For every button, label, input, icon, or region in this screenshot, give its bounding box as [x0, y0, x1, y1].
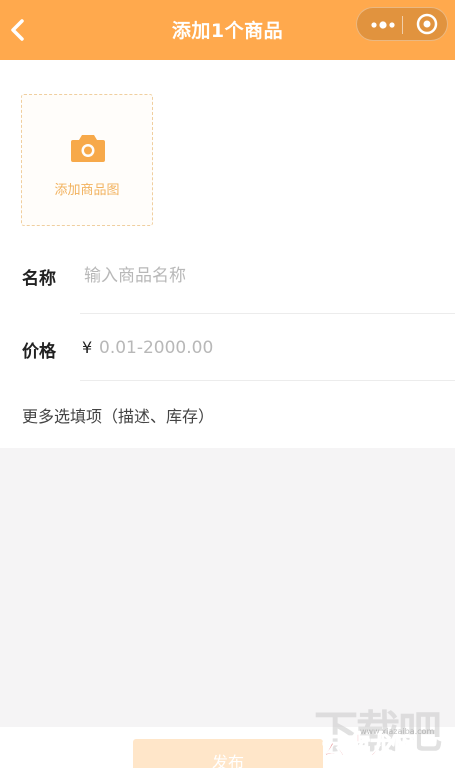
product-form: 添加商品图 名称 价格 ¥ 更多选填项（描述、库存）	[0, 60, 455, 448]
capsule-divider	[402, 16, 403, 34]
target-circle-icon	[416, 13, 438, 35]
product-name-input[interactable]	[84, 263, 434, 289]
miniprogram-capsule	[356, 7, 448, 41]
more-button[interactable]	[365, 8, 401, 42]
more-options-link[interactable]: 更多选填项（描述、库存）	[22, 403, 214, 427]
price-input[interactable]	[99, 335, 429, 361]
upload-label: 添加商品图	[54, 183, 120, 198]
app-header: 添加1个商品	[0, 0, 455, 60]
name-divider	[80, 313, 455, 314]
more-dots-icon	[371, 21, 395, 29]
camera-icon	[71, 135, 105, 162]
bottom-bar: 发布	[0, 727, 455, 768]
publish-button[interactable]: 发布	[133, 739, 323, 768]
close-miniprogram-button[interactable]	[407, 8, 445, 42]
name-label: 名称	[22, 269, 56, 289]
currency-symbol: ¥	[82, 338, 93, 357]
add-product-image-button[interactable]: 添加商品图	[21, 94, 153, 226]
price-divider	[80, 380, 455, 381]
price-label: 价格	[22, 342, 56, 362]
